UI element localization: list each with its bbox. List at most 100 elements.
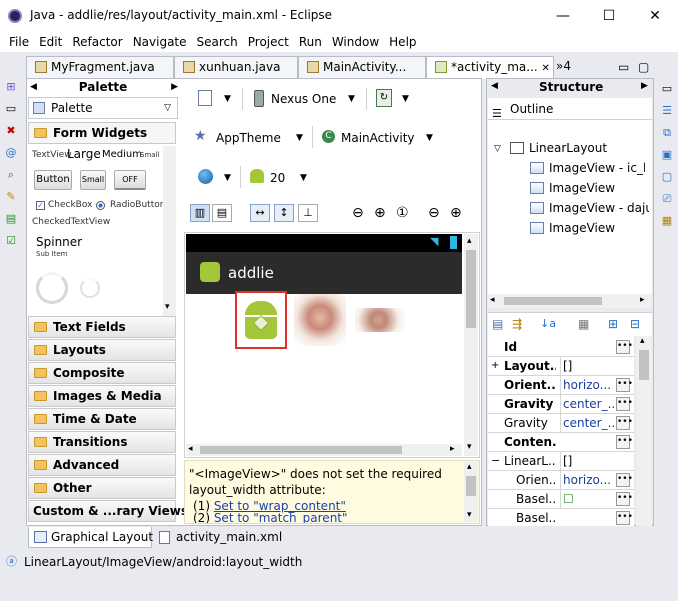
device-selector[interactable]: Nexus One bbox=[271, 92, 336, 106]
scroll-thumb[interactable] bbox=[466, 476, 476, 496]
medium-text-label[interactable]: Medium bbox=[102, 149, 142, 160]
collapse-right-icon[interactable]: ▶ bbox=[171, 80, 178, 94]
sort-icon[interactable]: ↓a bbox=[540, 317, 556, 330]
message-scrollbar[interactable]: ▴ ▾ bbox=[464, 462, 478, 522]
emulator-icon[interactable]: ⎚ bbox=[660, 192, 674, 206]
globe-icon[interactable] bbox=[198, 169, 213, 184]
property-row[interactable]: Orien... horizo... ••• bbox=[488, 471, 634, 490]
textview-label[interactable]: TextView bbox=[32, 150, 72, 160]
checked-textview-label[interactable]: CheckedTextView bbox=[32, 217, 110, 227]
menu-file[interactable]: File bbox=[4, 35, 34, 49]
zoom-out-icon[interactable]: ⊖ bbox=[428, 205, 440, 221]
horizontal-layout-icon[interactable]: ▥ bbox=[190, 204, 210, 222]
palette-category-other[interactable]: Other bbox=[28, 477, 176, 499]
property-value[interactable]: center_... bbox=[560, 414, 616, 432]
zoom-emulate-icon[interactable]: ⊖ bbox=[352, 205, 364, 221]
restore-right-icon[interactable]: ▭ bbox=[660, 82, 674, 96]
plugin-icon[interactable]: ▦ bbox=[660, 214, 674, 228]
more-button[interactable]: ••• bbox=[616, 378, 633, 392]
activity-dropdown-arrow[interactable]: ▼ bbox=[426, 133, 433, 143]
palette-category-layouts[interactable]: Layouts bbox=[28, 339, 176, 361]
tree-item-imageview[interactable]: ImageView - ic_la bbox=[530, 159, 645, 177]
scroll-right-icon[interactable]: ▸ bbox=[640, 295, 645, 305]
scroll-right-icon[interactable]: ▸ bbox=[450, 444, 455, 454]
menu-edit[interactable]: Edit bbox=[34, 35, 67, 49]
tab-overflow[interactable]: »4 bbox=[554, 56, 584, 78]
radio-label[interactable]: RadioButton bbox=[110, 200, 165, 210]
orientation-dropdown-arrow[interactable]: ▼ bbox=[402, 94, 409, 104]
device-dropdown-arrow[interactable]: ▼ bbox=[348, 94, 355, 104]
progress-small-icon[interactable] bbox=[80, 278, 100, 298]
preview-android-image[interactable] bbox=[235, 291, 287, 349]
progress-large-icon[interactable] bbox=[36, 272, 68, 304]
scroll-thumb[interactable] bbox=[504, 297, 602, 305]
scroll-down-icon[interactable]: ▾ bbox=[467, 442, 472, 452]
monitor-icon[interactable]: ▢ bbox=[660, 170, 674, 184]
javadoc-icon[interactable]: @ bbox=[4, 146, 18, 160]
scroll-up-icon[interactable]: ▴ bbox=[467, 462, 472, 472]
zoom-in-icon[interactable]: ⊕ bbox=[450, 205, 462, 221]
tree-item-linearlayout[interactable]: LinearLayout bbox=[510, 139, 607, 157]
minimize-editor-icon[interactable]: ▭ bbox=[618, 60, 629, 74]
scroll-up-icon[interactable]: ▴ bbox=[640, 336, 645, 346]
palette-scrollbar[interactable]: ▾ bbox=[163, 146, 176, 316]
palette-button[interactable]: Button bbox=[34, 170, 72, 190]
close-tab-icon[interactable]: ✕ bbox=[542, 63, 550, 74]
tab-xunhuan[interactable]: xunhuan.java bbox=[174, 56, 298, 78]
scroll-left-icon[interactable]: ◂ bbox=[188, 444, 193, 454]
property-value[interactable]: [] bbox=[560, 357, 616, 375]
more-button[interactable]: ••• bbox=[616, 397, 633, 411]
palette-category-images-media[interactable]: Images & Media bbox=[28, 385, 176, 407]
tab-activity-main-xml[interactable]: activity_main.xml bbox=[154, 527, 282, 548]
small-text-label[interactable]: Small bbox=[140, 151, 159, 159]
tree-item-imageview[interactable]: ImageView bbox=[530, 219, 615, 237]
more-button[interactable]: ••• bbox=[616, 492, 633, 506]
collapse-toggle-icon[interactable]: − bbox=[491, 452, 500, 470]
api-dropdown-arrow[interactable]: ▼ bbox=[300, 173, 307, 183]
scroll-down-icon[interactable]: ▾ bbox=[467, 510, 472, 520]
tab-activity-main[interactable]: *activity_ma... ✕ bbox=[426, 56, 554, 79]
maximize-editor-icon[interactable]: ▢ bbox=[638, 60, 649, 74]
more-button[interactable]: ••• bbox=[616, 340, 633, 354]
properties-scrollbar[interactable]: ▴ bbox=[636, 336, 652, 526]
palette-category-composite[interactable]: Composite bbox=[28, 362, 176, 384]
error-log-icon[interactable]: ✖ bbox=[4, 124, 18, 138]
property-row[interactable]: Basel... ☐ ••• bbox=[488, 490, 634, 509]
locale-dropdown-arrow[interactable]: ▼ bbox=[224, 173, 231, 183]
api-level-selector[interactable]: 20 bbox=[270, 171, 285, 185]
palette-category-advanced[interactable]: Advanced bbox=[28, 454, 176, 476]
large-text-label[interactable]: Large bbox=[67, 147, 101, 161]
search-icon[interactable]: ⌕ bbox=[4, 168, 18, 182]
expand-toggle-icon[interactable]: + bbox=[491, 357, 499, 375]
menu-window[interactable]: Window bbox=[327, 35, 384, 49]
scroll-thumb[interactable] bbox=[200, 446, 402, 454]
property-value[interactable]: horizo... bbox=[560, 471, 616, 489]
menu-help[interactable]: Help bbox=[384, 35, 421, 49]
palette-category-text-fields[interactable]: Text Fields bbox=[28, 316, 176, 338]
package-icon[interactable]: ⊞ bbox=[4, 80, 18, 94]
tree-item-imageview[interactable]: ImageView - daju bbox=[530, 199, 649, 217]
more-button[interactable]: ••• bbox=[616, 435, 633, 449]
scroll-up-icon[interactable]: ▴ bbox=[467, 236, 472, 246]
canvas-horizontal-scrollbar[interactable]: ◂ ▸ bbox=[186, 444, 462, 456]
minimize-button[interactable]: — bbox=[540, 0, 586, 32]
config-dropdown-arrow[interactable]: ▼ bbox=[224, 94, 231, 104]
property-row[interactable]: Gravity center_... ••• bbox=[488, 414, 634, 433]
more-button[interactable]: ••• bbox=[616, 473, 633, 487]
maximize-button[interactable]: ☐ bbox=[586, 0, 632, 32]
property-row[interactable]: Gravity center_... ••• bbox=[488, 395, 634, 414]
spinner-label[interactable]: Spinner bbox=[36, 235, 82, 249]
set-match-parent-link[interactable]: Set to "match_parent" bbox=[214, 511, 348, 523]
property-value[interactable]: [] bbox=[560, 452, 616, 470]
scroll-thumb[interactable] bbox=[639, 350, 649, 380]
menu-refactor[interactable]: Refactor bbox=[67, 35, 127, 49]
menu-project[interactable]: Project bbox=[243, 35, 294, 49]
palette-dropdown[interactable]: Palette ▽ bbox=[28, 97, 178, 119]
console-icon[interactable]: ▤ bbox=[4, 212, 18, 226]
collapse-left-icon[interactable]: ◀ bbox=[30, 80, 37, 94]
checkbox-label[interactable]: CheckBox bbox=[48, 200, 92, 210]
property-value[interactable]: center_... bbox=[560, 395, 616, 413]
tree-item-imageview[interactable]: ImageView bbox=[530, 179, 615, 197]
vertical-layout-icon[interactable]: ▤ bbox=[212, 204, 232, 222]
palette-category-time-date[interactable]: Time & Date bbox=[28, 408, 176, 430]
